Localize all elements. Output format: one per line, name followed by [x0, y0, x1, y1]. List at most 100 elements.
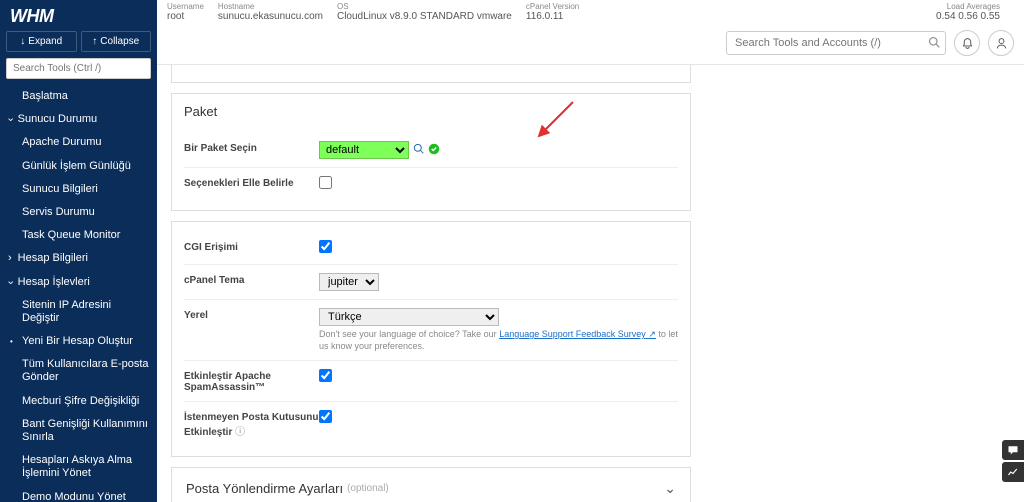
chat-button[interactable] — [1002, 440, 1024, 460]
nav-item[interactable]: Mecburi Şifre Değişikliği — [0, 390, 157, 413]
sidebar-nav[interactable]: BaşlatmaSunucu DurumuApache DurumuGünlük… — [0, 85, 157, 502]
nav-item[interactable]: Yeni Bir Hesap Oluştur — [0, 330, 157, 353]
cgi-checkbox[interactable] — [319, 240, 332, 253]
nav-item[interactable]: Sunucu Durumu — [0, 108, 157, 131]
nav-item[interactable]: Bant Genişliği Kullanımını Sınırla — [0, 413, 157, 449]
tool-search-input[interactable] — [726, 31, 946, 55]
load-lbl: Load Averages — [936, 2, 1000, 11]
nav-item[interactable]: Hesap Bilgileri — [0, 247, 157, 270]
sidebar-search — [6, 58, 151, 79]
theme-ctrl: jupiter — [319, 273, 678, 291]
theme-label: cPanel Tema — [184, 273, 319, 286]
locale-select[interactable]: Türkçe — [319, 308, 499, 326]
spam-ctrl — [319, 369, 678, 385]
info-username: Usernameroot — [167, 2, 204, 22]
spam-label: Etkinleştir Apache SpamAssassin™ — [184, 369, 319, 393]
field-spamassassin: Etkinleştir Apache SpamAssassin™ — [184, 360, 678, 401]
package-select-label: Bir Paket Seçin — [184, 141, 319, 154]
external-link-icon: ↗ — [648, 329, 656, 339]
hostname-lbl: Hostname — [218, 2, 323, 11]
package-select-ctrl: default — [319, 141, 678, 159]
sidebar: WHM ↓Expand ↑Collapse BaşlatmaSunucu Dur… — [0, 0, 157, 502]
nav-item[interactable]: Günlük İşlem Günlüğü — [0, 155, 157, 178]
notifications-button[interactable] — [954, 30, 980, 56]
spambox-checkbox[interactable] — [319, 410, 332, 423]
nav-item[interactable]: Tüm Kullanıcılara E-posta Gönder — [0, 353, 157, 389]
nav-item[interactable]: Servis Durumu — [0, 201, 157, 224]
panel-stub-top — [171, 65, 691, 83]
topbar: Usernameroot Hostnamesunucu.ekasunucu.co… — [157, 0, 1024, 65]
collapse-icon: ↑ — [92, 36, 97, 47]
os-lbl: OS — [337, 2, 512, 11]
nav-item[interactable]: Sunucu Bilgileri — [0, 178, 157, 201]
package-select[interactable]: default — [319, 141, 409, 159]
mail-forward-optional: (optional) — [347, 483, 389, 494]
field-package-select: Bir Paket Seçin default — [184, 133, 678, 167]
expand-button[interactable]: ↓Expand — [6, 31, 77, 52]
expand-icon: ↓ — [20, 36, 25, 47]
manual-options-checkbox[interactable] — [319, 176, 332, 189]
nav-item[interactable]: Hesapları Askıya Alma İşlemini Yönet — [0, 449, 157, 485]
sidebar-search-input[interactable] — [6, 58, 151, 79]
load-val: 0.54 0.56 0.55 — [936, 11, 1000, 22]
expand-collapse-row: ↓Expand ↑Collapse — [0, 31, 157, 58]
content-area[interactable]: Paket Bir Paket Seçin default — [157, 65, 1024, 502]
mail-forward-header[interactable]: Posta Yönlendirme Ayarları (optional) ⌄ — [172, 468, 690, 502]
cgi-label: CGI Erişimi — [184, 240, 319, 253]
os-val: CloudLinux v8.9.0 STANDARD vmware — [337, 11, 512, 22]
floating-buttons — [1002, 440, 1024, 482]
field-cgi: CGI Erişimi — [184, 232, 678, 264]
locale-help: Don't see your language of choice? Take … — [319, 329, 678, 352]
manual-options-label: Seçenekleri Elle Belirle — [184, 176, 319, 189]
logo: WHM — [0, 0, 157, 31]
check-icon — [428, 143, 440, 158]
cgi-ctrl — [319, 240, 678, 256]
locale-ctrl: Türkçe Don't see your language of choice… — [319, 308, 678, 352]
panel-paket-body: Bir Paket Seçin default Seçenekl — [172, 129, 690, 210]
cpver-lbl: cPanel Version — [526, 2, 579, 11]
search-icon[interactable] — [413, 143, 424, 157]
panel-paket: Paket Bir Paket Seçin default — [171, 93, 691, 211]
manual-options-ctrl — [319, 176, 678, 192]
info-cpver: cPanel Version116.0.11 — [526, 2, 579, 22]
spam-checkbox[interactable] — [319, 369, 332, 382]
spambox-ctrl — [319, 410, 678, 426]
nav-item[interactable]: Başlatma — [0, 85, 157, 108]
username-val: root — [167, 11, 204, 22]
nav-item[interactable]: Task Queue Monitor — [0, 224, 157, 247]
field-spambox: İstenmeyen Posta Kutusunu Etkinleştir ⓘ — [184, 401, 678, 446]
spambox-label: İstenmeyen Posta Kutusunu Etkinleştir ⓘ — [184, 410, 319, 438]
panel-settings-body: CGI Erişimi cPanel Tema jupiter Yerel Tü… — [172, 222, 690, 456]
search-icon[interactable] — [928, 36, 940, 51]
chevron-down-icon: ⌄ — [664, 480, 676, 497]
nav-item[interactable]: Sitenin IP Adresini Değiştir — [0, 294, 157, 330]
nav-item[interactable]: Demo Modunu Yönet — [0, 486, 157, 502]
tool-search — [726, 31, 946, 55]
mail-forward-title: Posta Yönlendirme Ayarları — [186, 481, 343, 496]
field-theme: cPanel Tema jupiter — [184, 264, 678, 299]
nav-item[interactable]: Hesap İşlevleri — [0, 271, 157, 294]
stats-button[interactable] — [1002, 462, 1024, 482]
help-icon[interactable]: ⓘ — [235, 427, 245, 438]
nav-item[interactable]: Apache Durumu — [0, 131, 157, 154]
locale-help-1: Don't see your language of choice? Take … — [319, 329, 497, 339]
field-manual-options: Seçenekleri Elle Belirle — [184, 167, 678, 200]
server-info-row: Usernameroot Hostnamesunucu.ekasunucu.co… — [157, 0, 1024, 22]
info-load: Load Averages0.54 0.56 0.55 — [936, 2, 1000, 22]
theme-select[interactable]: jupiter — [319, 273, 379, 291]
panel-settings: CGI Erişimi cPanel Tema jupiter Yerel Tü… — [171, 221, 691, 457]
panel-paket-title: Paket — [172, 94, 690, 129]
collapse-label: Collapse — [100, 36, 139, 47]
username-lbl: Username — [167, 2, 204, 11]
locale-survey-link[interactable]: Language Support Feedback Survey ↗ — [499, 329, 656, 339]
main: Usernameroot Hostnamesunucu.ekasunucu.co… — [157, 0, 1024, 502]
locale-label: Yerel — [184, 308, 319, 321]
panel-mail-forward: Posta Yönlendirme Ayarları (optional) ⌄ — [171, 467, 691, 502]
cpver-val: 116.0.11 — [526, 11, 579, 22]
info-hostname: Hostnamesunucu.ekasunucu.com — [218, 2, 323, 22]
expand-label: Expand — [28, 36, 62, 47]
user-menu-button[interactable] — [988, 30, 1014, 56]
field-locale: Yerel Türkçe Don't see your language of … — [184, 299, 678, 360]
collapse-button[interactable]: ↑Collapse — [81, 31, 152, 52]
info-os: OSCloudLinux v8.9.0 STANDARD vmware — [337, 2, 512, 22]
